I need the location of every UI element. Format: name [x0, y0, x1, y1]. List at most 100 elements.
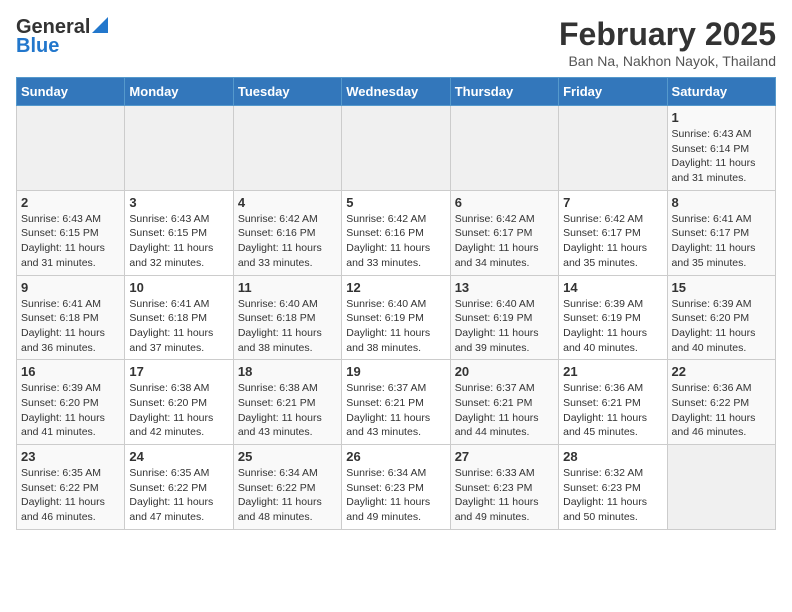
day-number: 12: [346, 280, 445, 295]
day-number: 2: [21, 195, 120, 210]
day-number: 5: [346, 195, 445, 210]
calendar-cell: [559, 106, 667, 191]
calendar-cell: 15 Sunrise: 6:39 AM Sunset: 6:20 PM Dayli…: [667, 275, 775, 360]
day-number: 27: [455, 449, 554, 464]
calendar-cell: 27 Sunrise: 6:33 AM Sunset: 6:23 PM Dayli…: [450, 445, 558, 530]
day-content: Sunrise: 6:36 AM Sunset: 6:21 PM Dayligh…: [563, 381, 662, 440]
month-title: February 2025: [559, 16, 776, 53]
calendar-cell: 11 Sunrise: 6:40 AM Sunset: 6:18 PM Dayli…: [233, 275, 341, 360]
calendar-week-row: 2 Sunrise: 6:43 AM Sunset: 6:15 PM Daylig…: [17, 190, 776, 275]
calendar-cell: [17, 106, 125, 191]
day-content: Sunrise: 6:35 AM Sunset: 6:22 PM Dayligh…: [129, 466, 228, 525]
calendar-cell: 4 Sunrise: 6:42 AM Sunset: 6:16 PM Daylig…: [233, 190, 341, 275]
day-number: 26: [346, 449, 445, 464]
calendar-cell: 12 Sunrise: 6:40 AM Sunset: 6:19 PM Dayli…: [342, 275, 450, 360]
day-content: Sunrise: 6:38 AM Sunset: 6:21 PM Dayligh…: [238, 381, 337, 440]
day-number: 21: [563, 364, 662, 379]
day-content: Sunrise: 6:39 AM Sunset: 6:20 PM Dayligh…: [21, 381, 120, 440]
calendar-cell: 17 Sunrise: 6:38 AM Sunset: 6:20 PM Dayli…: [125, 360, 233, 445]
day-content: Sunrise: 6:36 AM Sunset: 6:22 PM Dayligh…: [672, 381, 771, 440]
title-area: February 2025 Ban Na, Nakhon Nayok, Thai…: [559, 16, 776, 69]
day-number: 4: [238, 195, 337, 210]
calendar-cell: 5Sunrise: 6:42 AM Sunset: 6:16 PM Daylig…: [342, 190, 450, 275]
calendar-cell: 3Sunrise: 6:43 AM Sunset: 6:15 PM Daylig…: [125, 190, 233, 275]
day-content: Sunrise: 6:41 AM Sunset: 6:18 PM Dayligh…: [129, 297, 228, 356]
day-content: Sunrise: 6:34 AM Sunset: 6:23 PM Dayligh…: [346, 466, 445, 525]
calendar-week-row: 1 Sunrise: 6:43 AM Sunset: 6:14 PM Daylig…: [17, 106, 776, 191]
day-number: 7: [563, 195, 662, 210]
location-subtitle: Ban Na, Nakhon Nayok, Thailand: [559, 53, 776, 69]
logo-icon: [92, 17, 108, 33]
day-number: 6: [455, 195, 554, 210]
calendar-cell: 18 Sunrise: 6:38 AM Sunset: 6:21 PM Dayli…: [233, 360, 341, 445]
calendar-cell: 10 Sunrise: 6:41 AM Sunset: 6:18 PM Dayli…: [125, 275, 233, 360]
calendar-cell: [667, 445, 775, 530]
day-content: Sunrise: 6:42 AM Sunset: 6:16 PM Dayligh…: [238, 212, 337, 271]
calendar-cell: 26 Sunrise: 6:34 AM Sunset: 6:23 PM Dayli…: [342, 445, 450, 530]
day-number: 15: [672, 280, 771, 295]
day-number: 19: [346, 364, 445, 379]
day-number: 16: [21, 364, 120, 379]
day-number: 20: [455, 364, 554, 379]
calendar-cell: 19 Sunrise: 6:37 AM Sunset: 6:21 PM Dayli…: [342, 360, 450, 445]
day-number: 23: [21, 449, 120, 464]
day-content: Sunrise: 6:37 AM Sunset: 6:21 PM Dayligh…: [455, 381, 554, 440]
calendar-cell: 6 Sunrise: 6:42 AM Sunset: 6:17 PM Daylig…: [450, 190, 558, 275]
weekday-header-monday: Monday: [125, 78, 233, 106]
day-content: Sunrise: 6:41 AM Sunset: 6:17 PM Dayligh…: [672, 212, 771, 271]
day-content: Sunrise: 6:40 AM Sunset: 6:19 PM Dayligh…: [346, 297, 445, 356]
calendar-cell: 23 Sunrise: 6:35 AM Sunset: 6:22 PM Dayli…: [17, 445, 125, 530]
calendar-cell: 9Sunrise: 6:41 AM Sunset: 6:18 PM Daylig…: [17, 275, 125, 360]
day-content: Sunrise: 6:43 AM Sunset: 6:14 PM Dayligh…: [672, 127, 771, 186]
weekday-header-friday: Friday: [559, 78, 667, 106]
day-content: Sunrise: 6:39 AM Sunset: 6:19 PM Dayligh…: [563, 297, 662, 356]
day-content: Sunrise: 6:34 AM Sunset: 6:22 PM Dayligh…: [238, 466, 337, 525]
day-number: 22: [672, 364, 771, 379]
calendar-cell: 1 Sunrise: 6:43 AM Sunset: 6:14 PM Daylig…: [667, 106, 775, 191]
calendar-week-row: 16 Sunrise: 6:39 AM Sunset: 6:20 PM Dayli…: [17, 360, 776, 445]
day-content: Sunrise: 6:42 AM Sunset: 6:17 PM Dayligh…: [455, 212, 554, 271]
calendar-cell: [342, 106, 450, 191]
page-header: General Blue February 2025 Ban Na, Nakho…: [16, 16, 776, 69]
day-number: 1: [672, 110, 771, 125]
calendar-cell: 14Sunrise: 6:39 AM Sunset: 6:19 PM Dayli…: [559, 275, 667, 360]
weekday-header-wednesday: Wednesday: [342, 78, 450, 106]
day-content: Sunrise: 6:39 AM Sunset: 6:20 PM Dayligh…: [672, 297, 771, 356]
calendar-cell: 22 Sunrise: 6:36 AM Sunset: 6:22 PM Dayli…: [667, 360, 775, 445]
calendar-cell: 13 Sunrise: 6:40 AM Sunset: 6:19 PM Dayli…: [450, 275, 558, 360]
calendar-cell: 28Sunrise: 6:32 AM Sunset: 6:23 PM Dayli…: [559, 445, 667, 530]
day-number: 18: [238, 364, 337, 379]
calendar-week-row: 23 Sunrise: 6:35 AM Sunset: 6:22 PM Dayli…: [17, 445, 776, 530]
calendar-cell: [450, 106, 558, 191]
calendar-cell: 7 Sunrise: 6:42 AM Sunset: 6:17 PM Daylig…: [559, 190, 667, 275]
day-content: Sunrise: 6:33 AM Sunset: 6:23 PM Dayligh…: [455, 466, 554, 525]
day-number: 17: [129, 364, 228, 379]
calendar-cell: 20 Sunrise: 6:37 AM Sunset: 6:21 PM Dayli…: [450, 360, 558, 445]
calendar-cell: 2 Sunrise: 6:43 AM Sunset: 6:15 PM Daylig…: [17, 190, 125, 275]
calendar-cell: 8Sunrise: 6:41 AM Sunset: 6:17 PM Daylig…: [667, 190, 775, 275]
day-number: 3: [129, 195, 228, 210]
calendar-week-row: 9Sunrise: 6:41 AM Sunset: 6:18 PM Daylig…: [17, 275, 776, 360]
day-number: 24: [129, 449, 228, 464]
calendar-cell: [233, 106, 341, 191]
day-number: 10: [129, 280, 228, 295]
calendar-cell: 25 Sunrise: 6:34 AM Sunset: 6:22 PM Dayli…: [233, 445, 341, 530]
logo-blue: Blue: [16, 35, 59, 58]
weekday-header-tuesday: Tuesday: [233, 78, 341, 106]
day-number: 25: [238, 449, 337, 464]
day-content: Sunrise: 6:37 AM Sunset: 6:21 PM Dayligh…: [346, 381, 445, 440]
day-content: Sunrise: 6:40 AM Sunset: 6:18 PM Dayligh…: [238, 297, 337, 356]
day-number: 13: [455, 280, 554, 295]
day-content: Sunrise: 6:40 AM Sunset: 6:19 PM Dayligh…: [455, 297, 554, 356]
day-content: Sunrise: 6:35 AM Sunset: 6:22 PM Dayligh…: [21, 466, 120, 525]
weekday-header-thursday: Thursday: [450, 78, 558, 106]
weekday-header-sunday: Sunday: [17, 78, 125, 106]
calendar-cell: 21 Sunrise: 6:36 AM Sunset: 6:21 PM Dayli…: [559, 360, 667, 445]
logo: General Blue: [16, 16, 108, 58]
day-content: Sunrise: 6:43 AM Sunset: 6:15 PM Dayligh…: [21, 212, 120, 271]
day-content: Sunrise: 6:38 AM Sunset: 6:20 PM Dayligh…: [129, 381, 228, 440]
weekday-header-saturday: Saturday: [667, 78, 775, 106]
day-content: Sunrise: 6:42 AM Sunset: 6:17 PM Dayligh…: [563, 212, 662, 271]
day-number: 11: [238, 280, 337, 295]
calendar-header-row: SundayMondayTuesdayWednesdayThursdayFrid…: [17, 78, 776, 106]
